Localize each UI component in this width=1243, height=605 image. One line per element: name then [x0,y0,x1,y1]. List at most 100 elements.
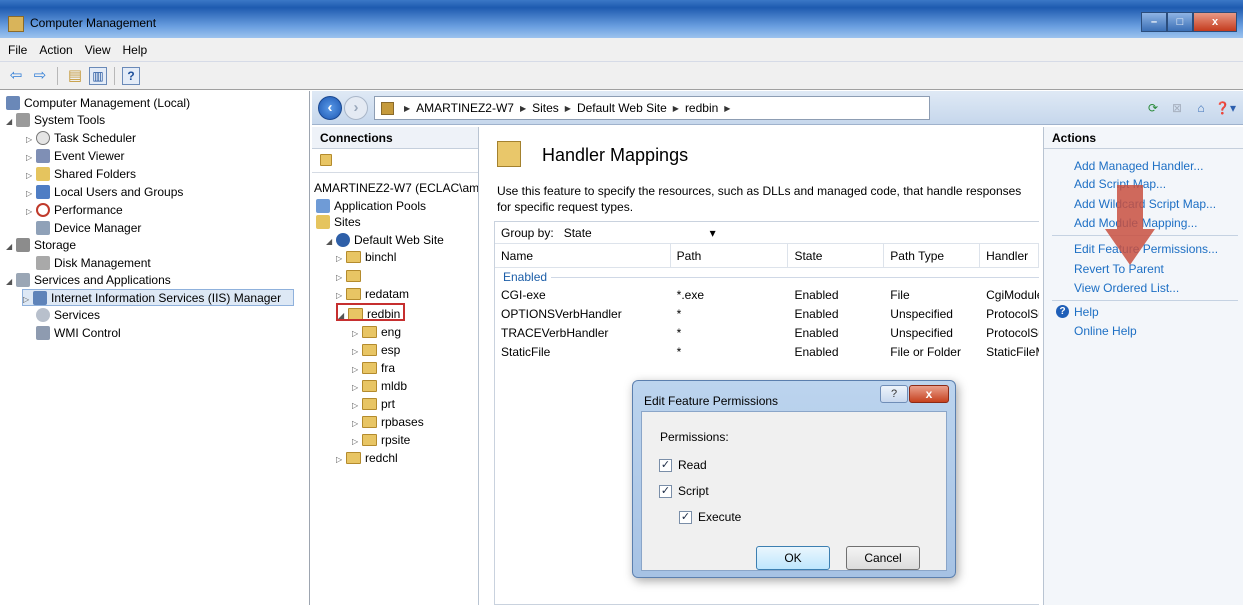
conn-rpbases[interactable]: ▷ rpbases [352,413,424,431]
conn-fra[interactable]: ▷ fra [352,359,395,377]
dialog-close-button[interactable]: x [909,385,949,403]
action-online-help[interactable]: Online Help [1074,324,1137,338]
collapsed-arrow-icon[interactable]: ▷ [26,203,36,220]
collapsed-arrow-icon[interactable]: ▷ [336,269,346,285]
up-folder-icon[interactable]: ▤ [65,66,85,86]
cancel-button[interactable]: Cancel [846,546,920,570]
collapsed-arrow-icon[interactable]: ▷ [23,291,33,308]
expanded-arrow-icon[interactable]: ◢ [326,233,336,249]
back-arrow-icon[interactable]: ⇦ [6,66,26,86]
crumb-default-site[interactable]: Default Web Site [577,101,667,115]
tree-services-apps[interactable]: ◢ Services and Applications [6,272,171,289]
collapsed-arrow-icon[interactable]: ▷ [26,167,36,184]
tree-performance[interactable]: ▷ Performance [26,202,123,219]
crumb-server[interactable]: AMARTINEZ2-W7 [416,101,514,115]
expanded-arrow-icon[interactable]: ◢ [338,307,348,319]
ok-button[interactable]: OK [756,546,830,570]
conn-mldb[interactable]: ▷ mldb [352,377,407,395]
connect-icon[interactable] [320,154,332,166]
collapsed-arrow-icon[interactable]: ▷ [336,250,346,266]
tree-wmi-control[interactable]: WMI Control [36,325,121,342]
tree-iis-manager[interactable]: ▷ Internet Information Services (IIS) Man… [22,289,294,306]
conn-binchl[interactable]: ▷ binchl [336,248,396,266]
execute-checkbox[interactable]: ✓ Execute [679,510,741,524]
column-header[interactable]: Handler [980,244,1039,267]
home-icon[interactable]: ⌂ [1191,98,1211,118]
checkmark-icon[interactable]: ✓ [659,458,672,472]
show-hide-tree-icon[interactable]: ▥ [89,66,107,85]
tree-disk-management[interactable]: Disk Management [36,255,151,272]
breadcrumb[interactable]: ▶ AMARTINEZ2-W7 ▶ Sites ▶ Default Web Si… [374,96,930,120]
crumb-sites[interactable]: Sites [532,101,559,115]
expanded-arrow-icon[interactable]: ◢ [6,113,16,130]
menu-file[interactable]: File [8,43,27,57]
collapsed-arrow-icon[interactable]: ▷ [352,343,362,359]
help-dropdown-icon[interactable]: ❓▾ [1215,98,1236,118]
conn-redatam[interactable]: ▷ redatam [336,285,409,303]
minimize-button[interactable]: – [1141,12,1167,32]
menu-help[interactable]: Help [123,43,148,57]
tree-storage[interactable]: ◢ Storage [6,237,76,254]
tree-local-users[interactable]: ▷ Local Users and Groups [26,184,183,201]
collapsed-arrow-icon[interactable]: ▷ [352,379,362,395]
tree-device-manager[interactable]: Device Manager [36,220,141,237]
close-button[interactable]: x [1193,12,1237,32]
menu-action[interactable]: Action [39,43,72,57]
conn-default-site[interactable]: ◢ Default Web Site [326,231,444,249]
tree-shared-folders[interactable]: ▷ Shared Folders [26,166,136,183]
collapsed-arrow-icon[interactable]: ▷ [352,361,362,377]
help-book-icon[interactable]: ? [122,66,140,85]
conn-esp[interactable]: ▷ esp [352,341,400,359]
read-checkbox[interactable]: ✓ Read [659,458,707,472]
tree-event-viewer[interactable]: ▷ Event Viewer [26,148,124,165]
collapsed-arrow-icon[interactable]: ▷ [26,185,36,202]
column-header[interactable]: State [788,244,885,267]
table-row[interactable]: StaticFile * Enabled File or Folder Stat… [495,343,1039,362]
refresh-icon[interactable]: ⟳ [1143,98,1163,118]
action-help[interactable]: Help [1074,305,1099,319]
collapsed-arrow-icon[interactable]: ▷ [26,149,36,166]
dialog-help-button[interactable]: ? [880,385,908,403]
menu-view[interactable]: View [85,43,111,57]
script-checkbox[interactable]: ✓ Script [659,484,709,498]
collapsed-arrow-icon[interactable]: ▷ [352,397,362,413]
group-by-select[interactable]: State ▾ [564,226,716,240]
collapsed-arrow-icon[interactable]: ▷ [336,451,346,467]
conn-sites[interactable]: Sites [316,213,361,231]
stop-icon[interactable]: ⊠ [1167,98,1187,118]
action-view-ordered-list[interactable]: View Ordered List... [1074,281,1179,295]
expanded-arrow-icon[interactable]: ◢ [6,273,16,290]
table-row[interactable]: OPTIONSVerbHandler * Enabled Unspecified… [495,305,1039,324]
conn-rpsite[interactable]: ▷ rpsite [352,431,410,449]
forward-arrow-icon[interactable]: ⇨ [30,66,50,86]
crumb-redbin[interactable]: redbin [685,101,718,115]
checkmark-icon[interactable]: ✓ [679,510,692,524]
conn-redchl[interactable]: ▷ redchl [336,449,398,467]
collapsed-arrow-icon[interactable]: ▷ [352,325,362,341]
expanded-arrow-icon[interactable]: ◢ [6,238,16,255]
checkmark-icon[interactable]: ✓ [659,484,672,498]
conn-server[interactable]: AMARTINEZ2-W7 (ECLAC\amartinez [314,179,478,197]
collapsed-arrow-icon[interactable]: ▷ [26,131,36,148]
column-header[interactable]: Path [671,244,789,267]
conn-unnamed[interactable]: ▷ [336,267,365,285]
action-add-managed-handler[interactable]: Add Managed Handler... [1074,159,1203,173]
table-row[interactable]: CGI-exe *.exe Enabled File CgiModule [495,286,1039,305]
maximize-button[interactable]: □ [1167,12,1193,32]
conn-redbin[interactable]: ◢ redbin [336,303,406,321]
conn-eng[interactable]: ▷ eng [352,323,401,341]
column-header[interactable]: Name [495,244,671,267]
collapsed-arrow-icon[interactable]: ▷ [352,415,362,431]
tree-services[interactable]: Services [36,307,100,324]
back-button[interactable]: ‹ [318,96,342,120]
tree-system-tools[interactable]: ◢ System Tools [6,112,105,129]
tree-task-scheduler[interactable]: ▷ Task Scheduler [26,130,136,147]
forward-button[interactable]: › [344,96,368,120]
collapsed-arrow-icon[interactable]: ▷ [336,287,346,303]
tree-root[interactable]: Computer Management (Local) [6,95,190,112]
conn-prt[interactable]: ▷ prt [352,395,395,413]
table-row[interactable]: TRACEVerbHandler * Enabled Unspecified P… [495,324,1039,343]
group-header[interactable]: Enabled [495,268,1039,286]
collapsed-arrow-icon[interactable]: ▷ [352,433,362,449]
column-header[interactable]: Path Type [884,244,981,267]
